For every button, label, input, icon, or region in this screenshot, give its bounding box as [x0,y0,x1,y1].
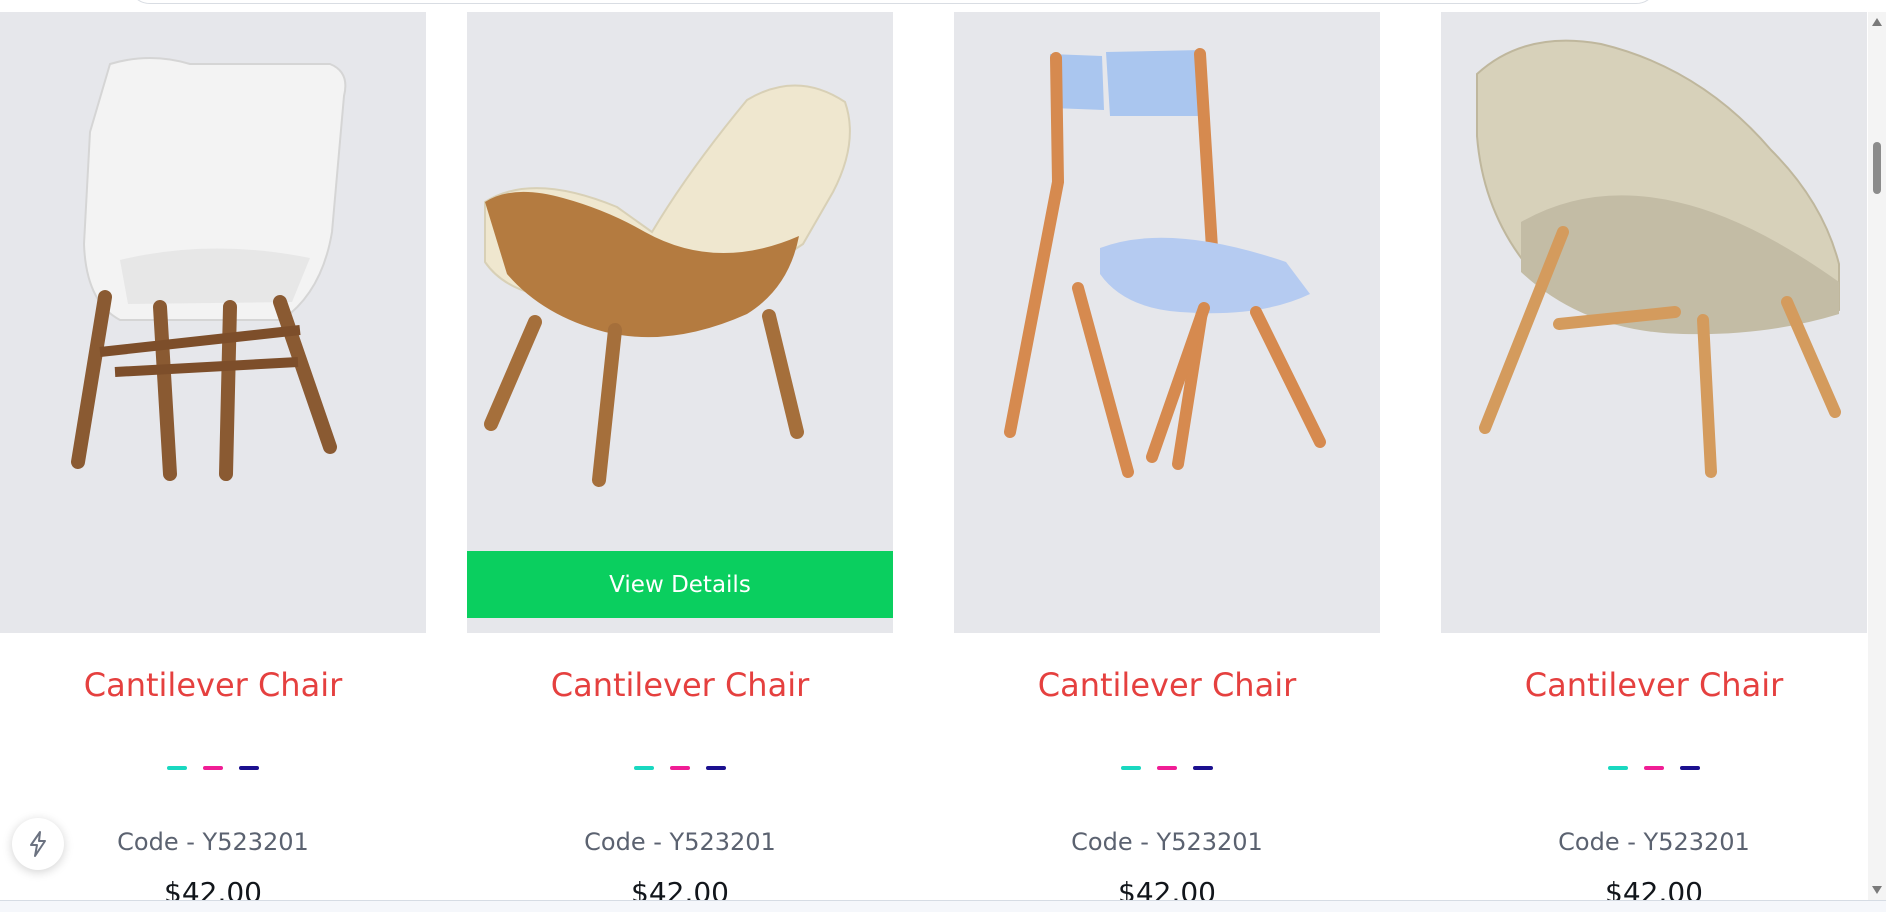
swatch-navy[interactable] [1193,766,1213,770]
down-arrow-icon[interactable] [1872,886,1882,894]
product-card[interactable]: View Details Cantilever Chair Code - Y52… [467,12,893,912]
product-image[interactable] [0,12,426,633]
color-swatches [0,766,426,770]
color-swatches [1441,766,1867,770]
product-card[interactable]: Cantilever Chair Code - Y523201 $42.00 [0,12,426,912]
chair-image [954,12,1380,633]
product-title[interactable]: Cantilever Chair [1441,669,1867,701]
search-bar-edge[interactable] [128,0,1658,4]
swatch-teal[interactable] [634,766,654,770]
swatch-pink[interactable] [1157,766,1177,770]
chair-image [0,12,426,633]
swatch-teal[interactable] [1121,766,1141,770]
chair-image [467,12,893,633]
quick-action-button[interactable] [12,818,64,870]
swatch-navy[interactable] [1680,766,1700,770]
bottom-edge [0,900,1886,912]
product-image[interactable] [954,12,1380,633]
color-swatches [467,766,893,770]
product-title[interactable]: Cantilever Chair [467,669,893,701]
color-swatches [954,766,1380,770]
product-code: Code - Y523201 [1558,828,1750,856]
view-details-button[interactable]: View Details [467,551,893,618]
product-image[interactable]: View Details [467,12,893,633]
up-arrow-icon[interactable] [1872,18,1882,26]
product-card[interactable]: Cantilever Chair Code - Y523201 $42.00 [1441,12,1867,912]
scroll-thumb[interactable] [1873,142,1881,194]
product-code: Code - Y523201 [584,828,776,856]
swatch-teal[interactable] [167,766,187,770]
product-card[interactable]: Cantilever Chair Code - Y523201 $42.00 [954,12,1380,912]
product-grid: Cantilever Chair Code - Y523201 $42.00 V… [0,12,1868,912]
lightning-icon [30,831,46,857]
swatch-teal[interactable] [1608,766,1628,770]
swatch-pink[interactable] [1644,766,1664,770]
chair-image [1441,12,1867,633]
swatch-pink[interactable] [203,766,223,770]
swatch-navy[interactable] [706,766,726,770]
product-image[interactable] [1441,12,1867,633]
product-title[interactable]: Cantilever Chair [0,669,426,701]
product-code: Code - Y523201 [1071,828,1263,856]
vertical-scrollbar[interactable] [1868,12,1886,900]
swatch-pink[interactable] [670,766,690,770]
product-title[interactable]: Cantilever Chair [954,669,1380,701]
swatch-navy[interactable] [239,766,259,770]
